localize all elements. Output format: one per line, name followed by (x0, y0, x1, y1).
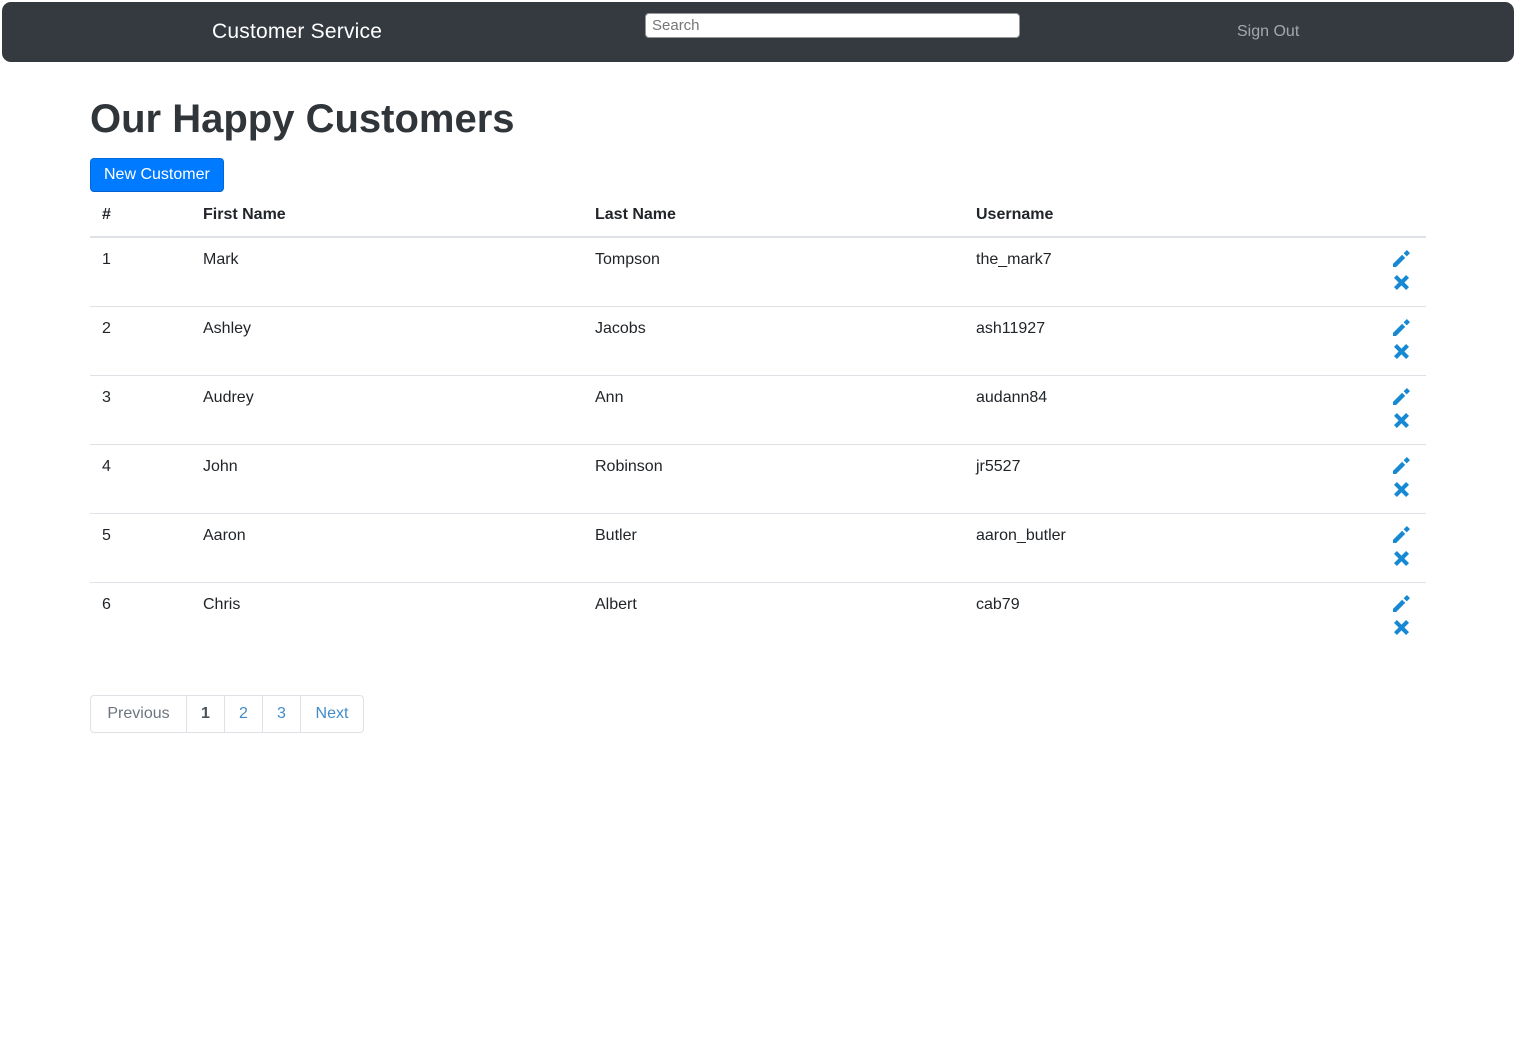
pagination-page-3[interactable]: 3 (262, 695, 301, 733)
cell-username: audann84 (964, 375, 1381, 445)
col-header-last-name: Last Name (583, 194, 964, 238)
edit-button[interactable] (1393, 319, 1410, 336)
x-icon (1394, 482, 1409, 497)
delete-button[interactable] (1393, 272, 1409, 290)
cell-first-name: Chris (191, 582, 583, 651)
table-row: 5 Aaron Butler aaron_butler (90, 513, 1426, 583)
delete-button[interactable] (1393, 617, 1409, 635)
col-header-num: # (90, 194, 191, 238)
cell-row-number: 3 (90, 375, 191, 445)
col-header-actions (1381, 194, 1426, 238)
cell-row-number: 4 (90, 444, 191, 514)
x-icon (1394, 413, 1409, 428)
pagination-page-2[interactable]: 2 (224, 695, 263, 733)
edit-button[interactable] (1393, 250, 1410, 267)
pencil-icon (1393, 457, 1410, 474)
table-row: 4 John Robinson jr5527 (90, 444, 1426, 514)
edit-button[interactable] (1393, 457, 1410, 474)
cell-row-number: 6 (90, 582, 191, 651)
col-header-username: Username (964, 194, 1381, 238)
edit-button[interactable] (1393, 388, 1410, 405)
cell-username: jr5527 (964, 444, 1381, 514)
pencil-icon (1393, 526, 1410, 543)
table-header-row: # First Name Last Name Username (90, 194, 1426, 238)
cell-first-name: John (191, 444, 583, 514)
sign-out-link[interactable]: Sign Out (1237, 23, 1299, 41)
pagination-next[interactable]: Next (300, 695, 364, 733)
cell-first-name: Aaron (191, 513, 583, 583)
table-row: 3 Audrey Ann audann84 (90, 375, 1426, 445)
pencil-icon (1393, 388, 1410, 405)
pagination-previous[interactable]: Previous (90, 695, 187, 733)
cell-first-name: Ashley (191, 306, 583, 376)
x-icon (1394, 620, 1409, 635)
x-icon (1394, 551, 1409, 566)
cell-row-number: 5 (90, 513, 191, 583)
pencil-icon (1393, 595, 1410, 612)
cell-username: cab79 (964, 582, 1381, 651)
cell-last-name: Butler (583, 513, 964, 583)
cell-username: the_mark7 (964, 236, 1381, 307)
edit-button[interactable] (1393, 526, 1410, 543)
col-header-first-name: First Name (191, 194, 583, 238)
cell-username: ash11927 (964, 306, 1381, 376)
cell-last-name: Tompson (583, 236, 964, 307)
pagination: Previous 1 2 3 Next (90, 695, 364, 733)
cell-row-number: 2 (90, 306, 191, 376)
delete-button[interactable] (1393, 479, 1409, 497)
cell-row-number: 1 (90, 236, 191, 307)
cell-first-name: Audrey (191, 375, 583, 445)
cell-username: aaron_butler (964, 513, 1381, 583)
table-row: 2 Ashley Jacobs ash11927 (90, 306, 1426, 376)
edit-button[interactable] (1393, 595, 1410, 612)
cell-last-name: Albert (583, 582, 964, 651)
cell-first-name: Mark (191, 236, 583, 307)
cell-last-name: Jacobs (583, 306, 964, 376)
pencil-icon (1393, 319, 1410, 336)
customers-table: # First Name Last Name Username 1 Mark T… (90, 194, 1426, 651)
main-content: Our Happy Customers New Customer # First… (90, 96, 1426, 733)
cell-last-name: Robinson (583, 444, 964, 514)
delete-button[interactable] (1393, 410, 1409, 428)
delete-button[interactable] (1393, 548, 1409, 566)
x-icon (1394, 275, 1409, 290)
cell-last-name: Ann (583, 375, 964, 445)
pagination-page-1[interactable]: 1 (186, 695, 225, 733)
delete-button[interactable] (1393, 341, 1409, 359)
navbar: Customer Service Sign Out (2, 2, 1514, 62)
navbar-brand[interactable]: Customer Service (212, 20, 382, 44)
new-customer-button[interactable]: New Customer (90, 158, 224, 192)
table-row: 6 Chris Albert cab79 (90, 582, 1426, 651)
x-icon (1394, 344, 1409, 359)
search-input[interactable] (645, 13, 1020, 38)
table-row: 1 Mark Tompson the_mark7 (90, 236, 1426, 307)
page-title: Our Happy Customers (90, 97, 515, 141)
pencil-icon (1393, 250, 1410, 267)
